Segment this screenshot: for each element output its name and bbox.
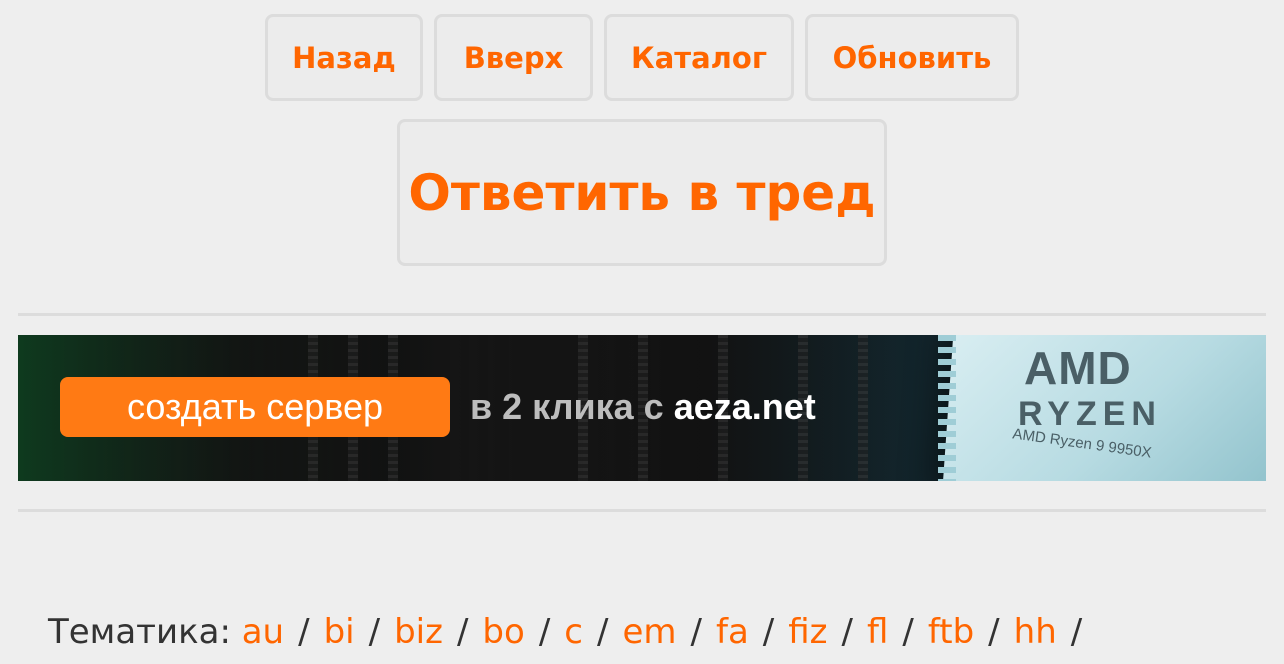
- board-link-em[interactable]: em: [622, 612, 676, 652]
- back-button[interactable]: Назад: [265, 14, 423, 101]
- banner-domain: aeza.net: [673, 386, 816, 427]
- topics-label: Тематика:: [48, 612, 231, 652]
- banner-tagline: в 2 клика с aeza.net: [470, 385, 816, 429]
- divider-top: [18, 313, 1266, 316]
- board-link-au[interactable]: au: [242, 612, 284, 652]
- board-link-fiz[interactable]: fiz: [788, 612, 827, 652]
- reply-to-thread-button[interactable]: Ответить в тред: [397, 119, 887, 266]
- chip-brand-text: AMD: [1024, 342, 1132, 394]
- up-button[interactable]: Вверх: [434, 14, 593, 101]
- board-separator: /: [1070, 612, 1083, 652]
- create-server-button[interactable]: создать сервер: [60, 377, 450, 437]
- board-separator: /: [762, 612, 775, 652]
- board-links: au / bi / biz / bo / c / em / fa / fiz / fl / ftb / hh /: [242, 612, 1097, 652]
- board-separator: /: [841, 612, 853, 652]
- board-separator: /: [456, 612, 469, 652]
- board-link-fl[interactable]: fl: [867, 612, 888, 652]
- board-link-hh[interactable]: hh: [1014, 612, 1057, 652]
- board-link-c[interactable]: c: [564, 612, 583, 652]
- board-separator: /: [596, 612, 609, 652]
- board-separator: /: [538, 612, 551, 652]
- board-link-bi[interactable]: bi: [324, 612, 355, 652]
- catalog-button[interactable]: Каталог: [604, 14, 794, 101]
- banner-tagline-prefix: в 2 клика с: [470, 386, 664, 427]
- board-link-ftb[interactable]: ftb: [928, 612, 974, 652]
- refresh-button[interactable]: Обновить: [805, 14, 1019, 101]
- board-separator: /: [690, 612, 702, 652]
- board-separator: /: [988, 612, 1000, 652]
- board-separator: /: [298, 612, 310, 652]
- board-link-bo[interactable]: bo: [482, 612, 524, 652]
- ad-banner[interactable]: AMD RYZEN AMD Ryzen 9 9950X создать серв…: [18, 335, 1266, 481]
- board-link-biz[interactable]: biz: [394, 612, 443, 652]
- board-link-fa[interactable]: fa: [716, 612, 749, 652]
- cpu-pins-decoration: [938, 335, 956, 481]
- board-separator: /: [902, 612, 914, 652]
- divider-bottom: [18, 509, 1266, 512]
- topics-line: Тематика: au / bi / biz / bo / c / em / fa / fiz / fl / ft…: [48, 612, 1096, 652]
- server-rack-decoration: [858, 335, 868, 481]
- board-separator: /: [368, 612, 381, 652]
- nav-buttons: Назад Вверх Каталог Обновить: [0, 14, 1284, 101]
